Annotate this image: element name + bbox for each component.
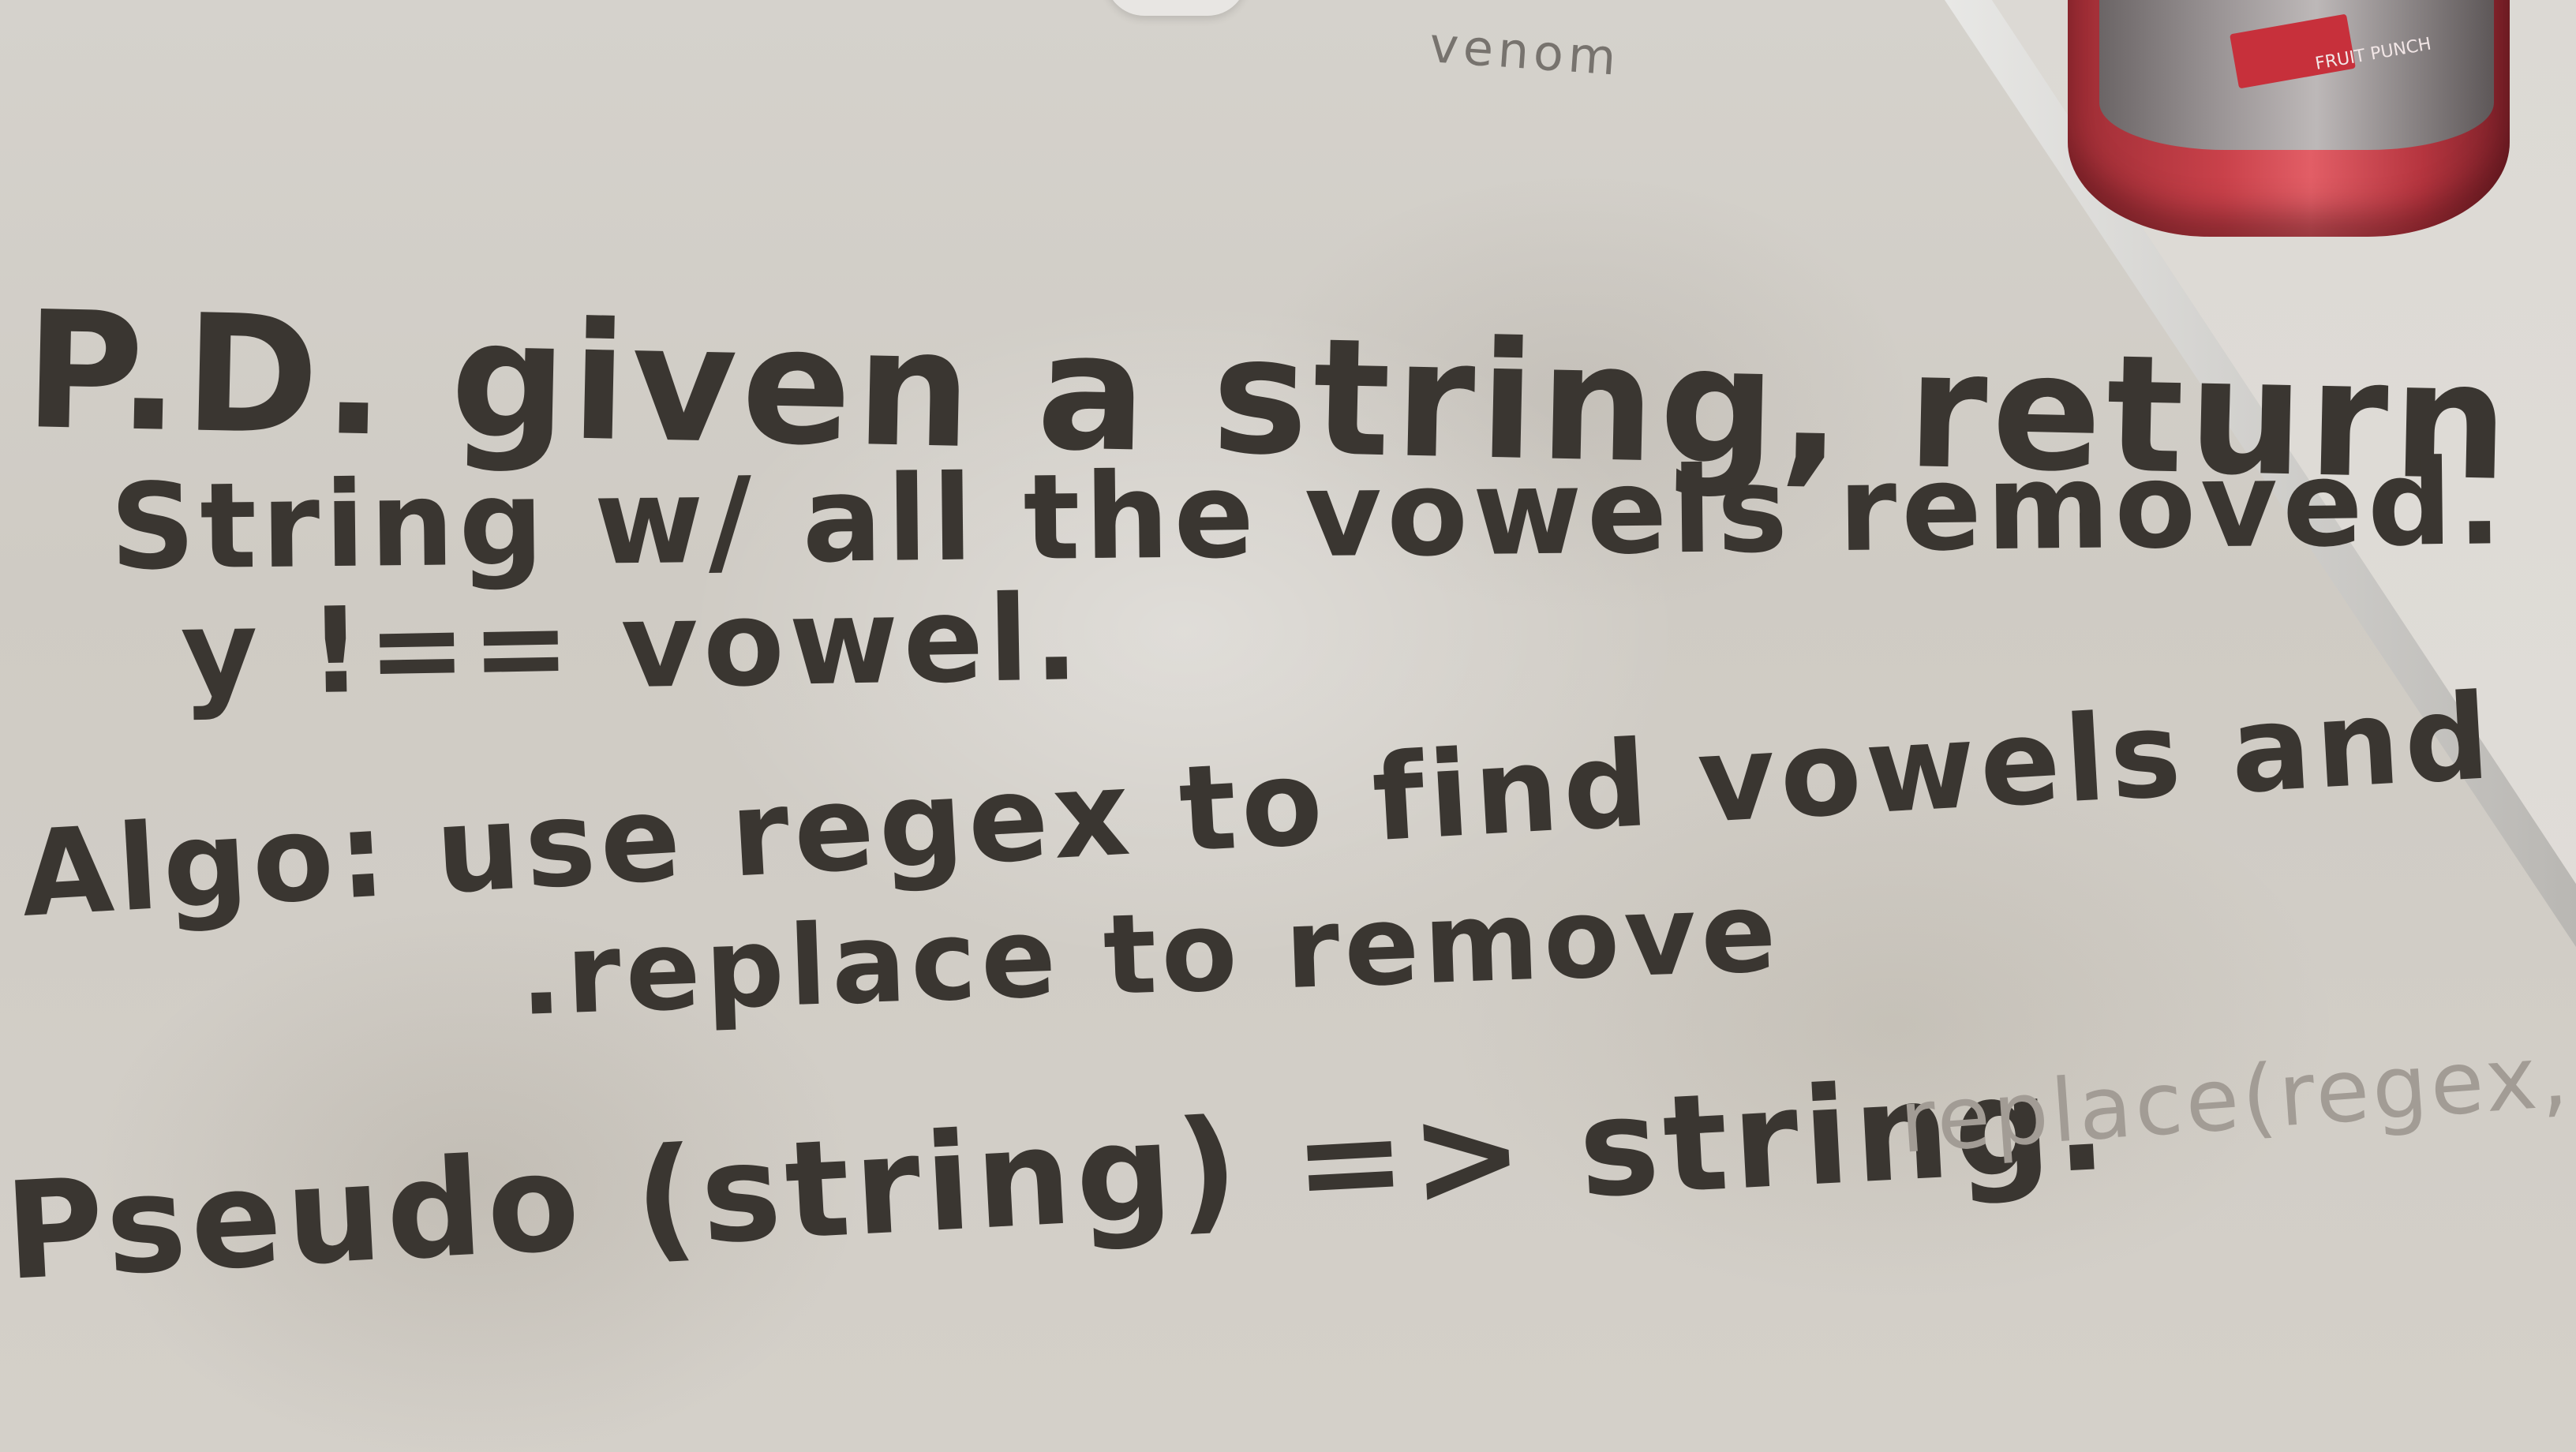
- line-pseudo: Pseudo (string) => string.: [2, 1044, 2114, 1310]
- bottle-label-text: FRUIT PUNCH: [2314, 34, 2433, 73]
- line-y-not-vowel: y !== vowel.: [180, 570, 1084, 723]
- line-pseudo-faint: replace(regex,": [1896, 1022, 2576, 1173]
- line-string-without-vowels: String w/ all the vowels removed.: [110, 434, 2507, 597]
- handwriting-layer: FRUIT PUNCH venom P.D. given a string, r…: [2, 16, 2576, 1311]
- top-scribble: venom: [1428, 16, 1623, 87]
- whiteboard-photo: FRUIT PUNCH venom P.D. given a string, r…: [0, 0, 2576, 1452]
